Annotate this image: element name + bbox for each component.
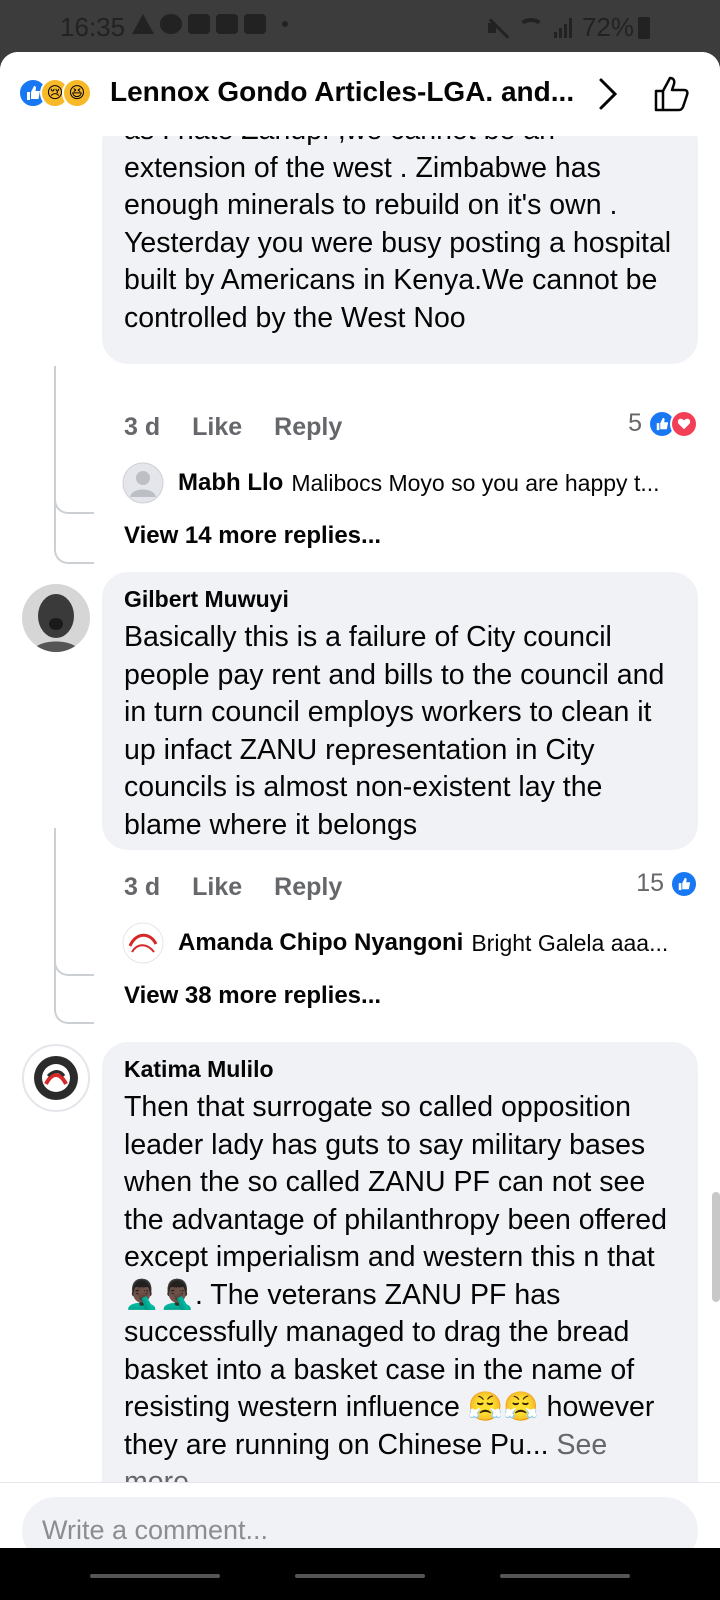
status-time: 16:35 — [60, 12, 126, 42]
youtube-icon — [188, 14, 210, 34]
love-icon — [670, 409, 698, 438]
comment-reaction-count[interactable]: 15 — [636, 869, 698, 898]
avatar — [122, 462, 164, 504]
nav-home-button[interactable] — [295, 1574, 425, 1578]
like-icon — [670, 869, 698, 898]
comment-text: Basically this is a failure of City coun… — [124, 621, 665, 841]
comment-bubble[interactable]: Katima Mulilo Then that surrogate so cal… — [102, 1042, 698, 1508]
reply-preview[interactable]: Mabh Llo Malibocs Moyo so you are happy … — [122, 462, 702, 504]
comment-actions: 3 d Like Reply — [124, 873, 342, 902]
thread-line — [54, 926, 94, 1024]
comments-sheet: 😢 😆 Lennox Gondo Articles-LGA. and... as… — [0, 52, 720, 1600]
scrollbar-thumb[interactable] — [712, 1192, 720, 1302]
reply-text: Malibocs Moyo so you are happy t... — [291, 469, 660, 496]
nav-recent-button[interactable] — [90, 1574, 220, 1578]
more-notifications-icon — [282, 21, 288, 27]
download-icon — [244, 14, 266, 34]
comment-text-body: Then that surrogate so called opposition… — [124, 1091, 667, 1461]
like-button-icon[interactable] — [652, 74, 692, 114]
comment-reaction-count[interactable]: 5 — [628, 409, 698, 438]
avatar[interactable] — [22, 1044, 90, 1112]
post-title[interactable]: Lennox Gondo Articles-LGA. and... — [110, 76, 574, 108]
view-more-replies[interactable]: View 38 more replies... — [124, 982, 381, 1010]
status-notification-icons — [132, 14, 288, 34]
reply-preview[interactable]: Amanda Chipo Nyangoni Bright Galela aaa.… — [122, 922, 702, 964]
comment-text: Then that surrogate so called opposition… — [124, 1089, 676, 1502]
comment-age: 3 d — [124, 873, 161, 901]
system-nav-bar — [0, 1548, 720, 1600]
reaction-count-value: 5 — [628, 409, 642, 437]
comment-bubble[interactable]: Gilbert Muwuyi Basically this is a failu… — [102, 572, 698, 850]
comment-actions: 3 d Like Reply — [124, 413, 342, 442]
status-system-icons: 72% — [486, 12, 650, 43]
like-button[interactable]: Like — [192, 873, 242, 902]
facebook-icon — [160, 14, 182, 34]
reaction-summary[interactable]: 😢 😆 — [18, 78, 92, 108]
reply-text: Bright Galela aaa... — [471, 929, 669, 956]
reply-author[interactable]: Mabh Llo — [178, 469, 283, 497]
comment-author[interactable]: Katima Mulilo — [124, 1056, 676, 1083]
comment-text: as I hate Zanupf ,we cannot be an extens… — [124, 114, 672, 334]
nav-back-button[interactable] — [500, 1574, 630, 1578]
thread-line — [54, 466, 94, 564]
chevron-right-icon[interactable] — [598, 76, 618, 112]
warning-icon — [132, 14, 154, 34]
wifi-icon — [517, 17, 544, 38]
like-button[interactable]: Like — [192, 413, 242, 442]
post-header: 😢 😆 Lennox Gondo Articles-LGA. and... — [0, 52, 720, 136]
battery-icon — [638, 16, 650, 39]
signal-icon — [553, 17, 572, 38]
battery-percent: 72% — [581, 12, 634, 42]
reply-button[interactable]: Reply — [274, 413, 342, 442]
view-more-replies[interactable]: View 14 more replies... — [124, 522, 381, 550]
reaction-count-value: 15 — [636, 869, 664, 897]
youtube-icon — [216, 14, 238, 34]
avatar — [122, 922, 164, 964]
haha-emoji-icon: 😆 — [62, 78, 92, 108]
reply-button[interactable]: Reply — [274, 873, 342, 902]
avatar[interactable] — [22, 584, 90, 652]
comment-author[interactable]: Gilbert Muwuyi — [124, 586, 676, 613]
reply-author[interactable]: Amanda Chipo Nyangoni — [178, 929, 463, 957]
comment-age: 3 d — [124, 413, 161, 441]
status-bar: 16:35 72% — [0, 0, 720, 52]
comment-bubble[interactable]: as I hate Zanupf ,we cannot be an extens… — [102, 114, 698, 364]
mute-icon — [486, 17, 508, 39]
